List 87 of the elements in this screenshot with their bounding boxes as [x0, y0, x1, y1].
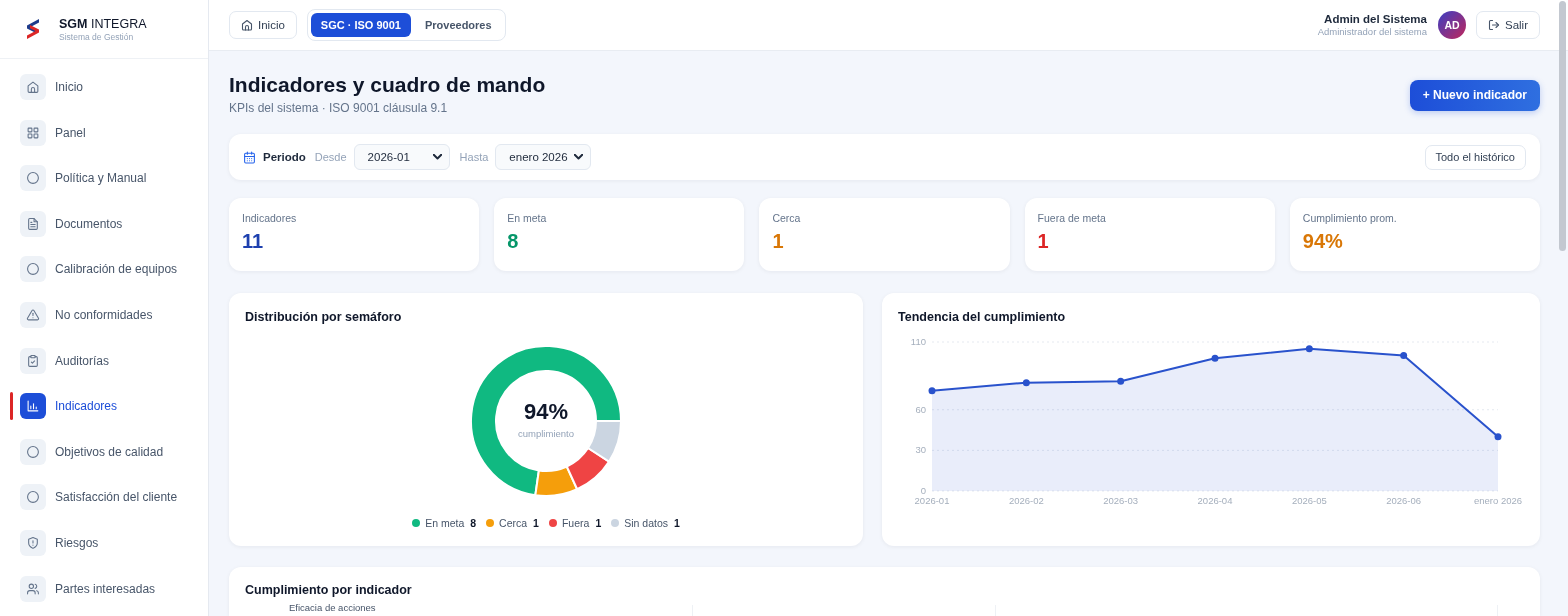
user-role: Administrador del sistema: [1317, 26, 1427, 37]
x-tick-label: 2026-01: [914, 495, 950, 506]
sidebar-item[interactable]: Objetivos de calidad: [20, 433, 164, 470]
chart-title: Tendencia del cumplimiento: [898, 310, 1066, 324]
module-tab[interactable]: SGC · ISO 9001: [310, 13, 411, 37]
chart-title: Distribución por semáforo: [245, 310, 402, 324]
kpi-value: 11: [242, 229, 264, 253]
user-avatar: AD: [1438, 11, 1466, 39]
grid-icon: [20, 119, 46, 146]
shield-icon: [20, 529, 46, 556]
y-tick-label: 60: [915, 403, 926, 415]
kpi-label: Indicadores: [242, 212, 297, 225]
caret-icon: [574, 154, 584, 160]
legend-count: 8: [470, 517, 477, 529]
y-tick-label: 0: [920, 485, 926, 496]
new-indicator-button[interactable]: + Nuevo indicador: [1409, 79, 1540, 111]
x-tick-label: 2026-03: [1103, 495, 1139, 506]
module-tab[interactable]: Proveedores: [414, 13, 502, 37]
kpi-value: 8: [507, 229, 519, 253]
document-icon: [20, 210, 46, 237]
legend-count: 1: [674, 517, 680, 529]
sidebar-item[interactable]: Documentos: [20, 205, 123, 242]
from-select[interactable]: 2026-01: [353, 144, 450, 170]
donut-center-value: 94%: [523, 399, 568, 425]
brand-subtitle: Sistema de Gestión: [59, 31, 135, 42]
calendar-icon: [243, 150, 256, 164]
x-tick-label: enero 2026: [1473, 495, 1523, 506]
legend-label: Fuera: [561, 517, 590, 529]
x-tick-label: 2026-06: [1386, 495, 1422, 506]
x-tick-label: 2026-04: [1197, 495, 1233, 506]
bar-label: Eficacia de acciones: [289, 602, 376, 613]
all-history-button[interactable]: Todo el histórico: [1424, 144, 1526, 170]
kpi-value: 1: [1037, 229, 1049, 253]
legend-label: Cerca: [499, 517, 528, 529]
warning-icon: [20, 301, 46, 328]
users-icon: [20, 575, 46, 602]
data-point: [928, 387, 936, 395]
data-point: [1494, 433, 1502, 441]
page-subtitle: KPIs del sistema · ISO 9001 cláusula 9.1: [229, 101, 449, 115]
data-point: [1022, 379, 1030, 387]
legend-count: 1: [595, 517, 602, 529]
data-point: [1400, 352, 1408, 360]
home-icon: [241, 19, 253, 31]
kpi-label: Cerca: [772, 212, 801, 225]
scrollbar-thumb[interactable]: [1559, 1, 1566, 251]
sidebar-item[interactable]: No conformidades: [20, 296, 153, 333]
data-point: [1211, 354, 1219, 362]
legend-label: Sin datos: [624, 517, 668, 529]
donut-center-label: cumplimiento: [518, 428, 574, 440]
home-button[interactable]: Inicio: [229, 11, 297, 39]
brand-name: SGM INTEGRA: [59, 16, 147, 31]
sidebar-item[interactable]: Calibración de equipos: [20, 251, 178, 288]
sidebar-item[interactable]: Política y Manual: [20, 160, 147, 197]
active-indicator: [10, 392, 13, 421]
legend-count: 1: [533, 517, 539, 529]
kpi-label: Cumplimiento prom.: [1302, 212, 1397, 225]
bar-chart-icon: [20, 393, 46, 420]
logout-button[interactable]: Salir: [1476, 11, 1540, 39]
from-label: Desde: [314, 151, 347, 163]
kpi-value: 1: [772, 229, 784, 253]
sidebar-item[interactable]: Riesgos: [20, 524, 99, 561]
x-tick-label: 2026-05: [1291, 495, 1327, 506]
clipboard-check-icon: [20, 347, 46, 374]
home-icon: [20, 74, 46, 100]
data-point: [1117, 377, 1125, 385]
to-label: Hasta: [459, 151, 489, 163]
caret-icon: [432, 154, 442, 160]
kpi-value: 94%: [1302, 229, 1343, 253]
sidebar-item[interactable]: Partes interesadas: [20, 570, 156, 607]
data-point: [1305, 345, 1313, 353]
sidebar-item[interactable]: Auditorías: [20, 342, 110, 379]
chart-title: Cumplimiento por indicador: [245, 583, 412, 597]
period-label: Periodo: [263, 151, 306, 163]
kpi-label: Fuera de meta: [1037, 212, 1106, 225]
legend-label: En meta: [425, 517, 465, 529]
y-tick-label: 30: [915, 444, 926, 456]
page-title: Indicadores y cuadro de mando: [229, 73, 546, 97]
user-name: Admin del Sistema: [1324, 13, 1427, 26]
kpi-label: En meta: [507, 212, 547, 225]
y-tick-label: 110: [910, 336, 926, 347]
sidebar-item[interactable]: Inicio: [20, 69, 83, 105]
sidebar-item[interactable]: Satisfacción del cliente: [20, 479, 178, 516]
logout-icon: [1488, 19, 1500, 31]
x-tick-label: 2026-02: [1008, 495, 1044, 506]
sidebar-item[interactable]: Indicadores: [20, 388, 118, 425]
sidebar-item[interactable]: Panel: [20, 114, 86, 151]
to-select[interactable]: enero 2026: [495, 144, 592, 170]
